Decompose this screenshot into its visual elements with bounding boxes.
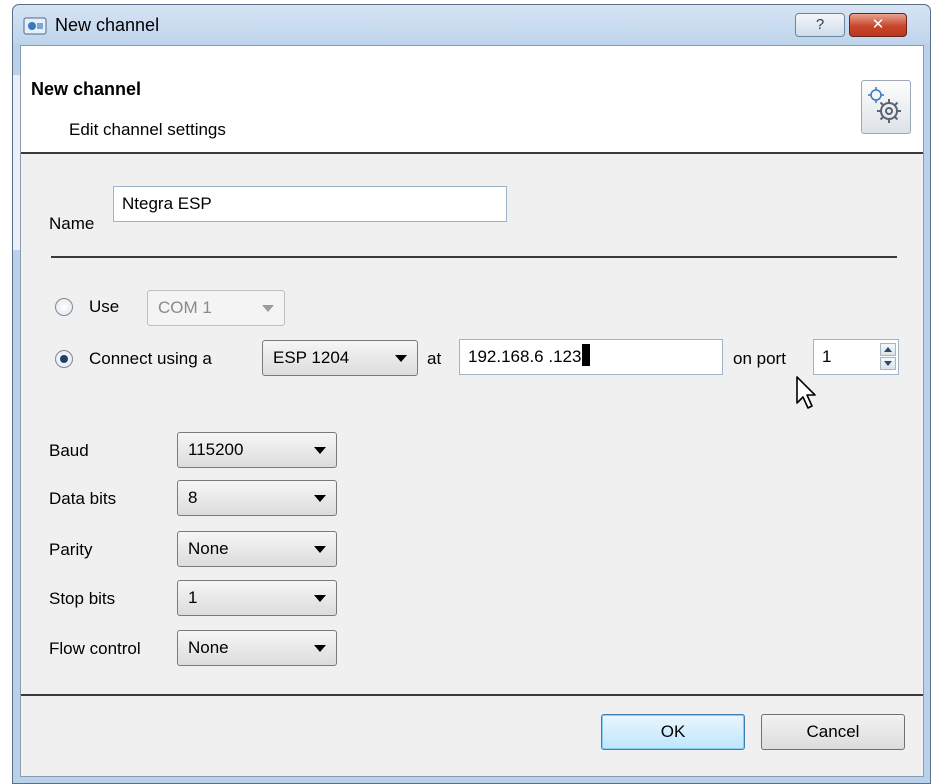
use-com-radio[interactable] [55, 298, 73, 316]
chevron-down-icon [314, 495, 326, 502]
ok-button[interactable]: OK [601, 714, 745, 750]
databits-value: 8 [188, 488, 198, 507]
stopbits-value: 1 [188, 588, 198, 607]
ip-address-value: 192.168.6 .123 [468, 347, 582, 366]
connect-label: Connect using a [89, 349, 212, 368]
header-title: New channel [31, 79, 142, 99]
spin-down-icon[interactable] [880, 357, 896, 370]
spin-up-icon[interactable] [880, 343, 896, 356]
help-icon: ? [815, 16, 825, 33]
radio-selected-dot [60, 355, 68, 363]
help-button[interactable]: ? [795, 13, 845, 37]
close-icon: ✕ [871, 16, 885, 33]
connect-using-radio[interactable] [55, 350, 73, 368]
channel-app-icon [23, 17, 47, 35]
port-label: on port [733, 349, 786, 368]
footer-divider [21, 694, 923, 696]
baud-select[interactable]: 115200 [177, 432, 337, 468]
dialog-body: New channel Edit channel settings Name N… [20, 45, 924, 777]
device-type-value: ESP 1204 [273, 348, 350, 367]
name-value: Ntegra ESP [122, 194, 212, 213]
text-caret [582, 344, 591, 366]
baud-value: 115200 [188, 440, 244, 459]
name-input[interactable]: Ntegra ESP [113, 186, 507, 222]
window-title: New channel [55, 15, 160, 35]
parity-label: Parity [49, 540, 93, 559]
com-port-select[interactable]: COM 1 [147, 290, 285, 326]
databits-label: Data bits [49, 489, 117, 508]
header-subtitle: Edit channel settings [69, 120, 226, 139]
com-port-value: COM 1 [158, 298, 212, 317]
flow-control-value: None [188, 638, 229, 657]
cancel-button[interactable]: Cancel [761, 714, 905, 750]
spin-buttons[interactable] [880, 343, 896, 371]
device-type-select[interactable]: ESP 1204 [262, 340, 418, 376]
name-label: Name [49, 214, 95, 233]
port-value: 1 [822, 347, 832, 366]
section-divider [51, 256, 897, 258]
port-spinner[interactable]: 1 [813, 339, 899, 375]
mouse-pointer-icon [796, 376, 816, 409]
chevron-down-icon [314, 447, 326, 454]
stopbits-select[interactable]: 1 [177, 580, 337, 616]
chevron-down-icon [395, 355, 407, 362]
flow-control-label: Flow control [49, 639, 141, 658]
baud-label: Baud [49, 441, 89, 460]
chevron-down-icon [262, 305, 274, 312]
title-bar[interactable]: New channel ? ✕ [13, 5, 930, 45]
dialog-header: New channel Edit channel settings [21, 46, 923, 154]
use-label: Use [89, 297, 120, 316]
flow-control-select[interactable]: None [177, 630, 337, 666]
stopbits-label: Stop bits [49, 589, 116, 608]
dialog-window: New channel ? ✕ New channel Edit channel… [12, 4, 931, 784]
databits-select[interactable]: 8 [177, 480, 337, 516]
settings-gear-icon [861, 80, 911, 134]
chevron-down-icon [314, 546, 326, 553]
chevron-down-icon [314, 595, 326, 602]
parity-value: None [188, 539, 229, 558]
close-button[interactable]: ✕ [849, 13, 907, 37]
parity-select[interactable]: None [177, 531, 337, 567]
ip-address-input[interactable]: 192.168.6 .123 [459, 339, 723, 375]
chevron-down-icon [314, 645, 326, 652]
at-label: at [427, 349, 442, 368]
